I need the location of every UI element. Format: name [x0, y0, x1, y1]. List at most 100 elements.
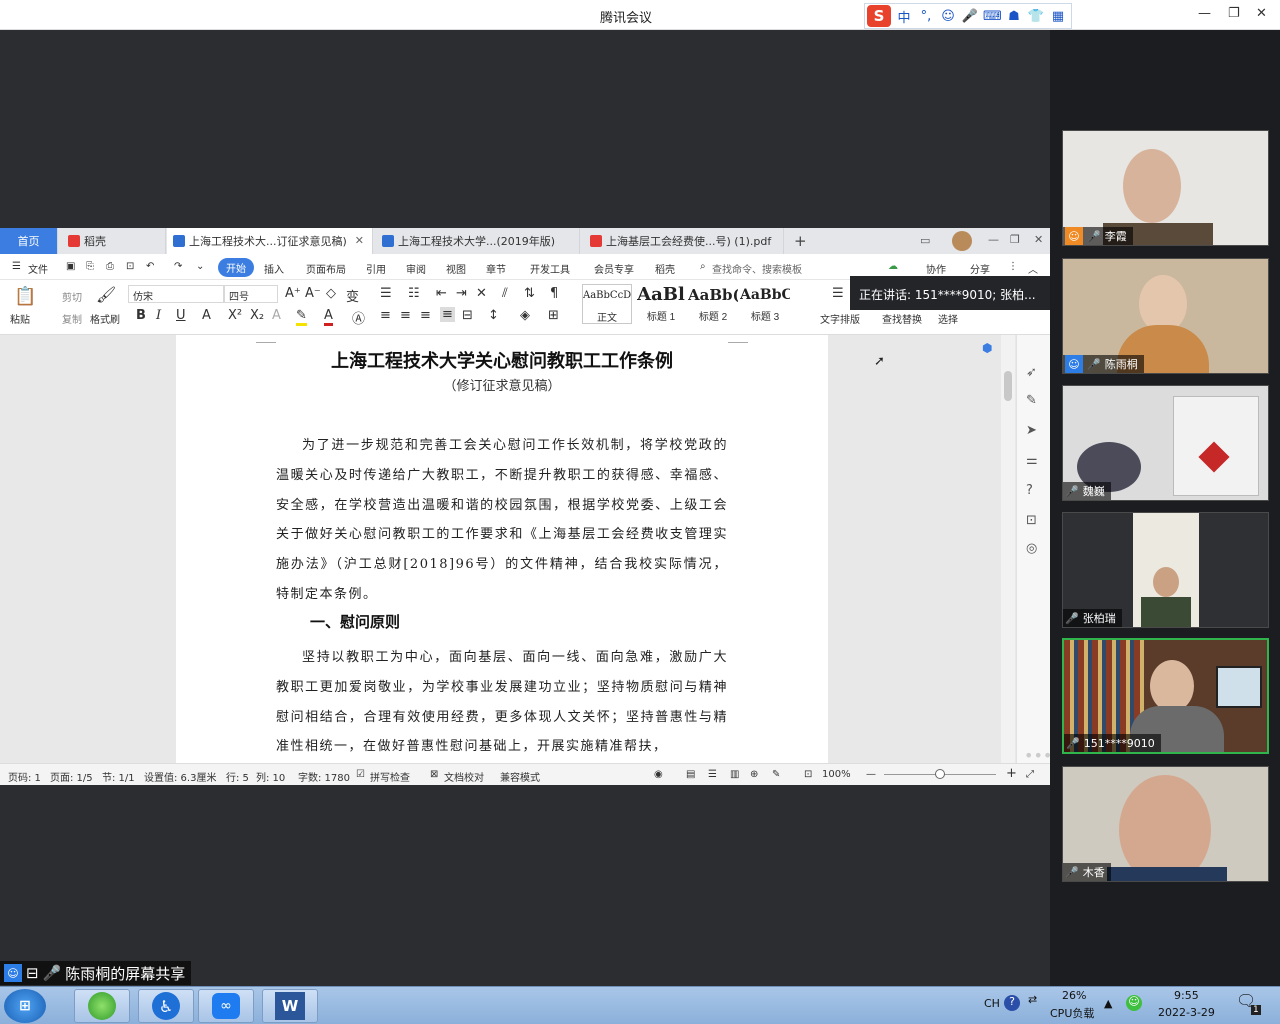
- restore-icon[interactable]: ❐: [1228, 6, 1240, 21]
- zoom-slider-knob[interactable]: [935, 769, 945, 779]
- shrink-font-icon[interactable]: A⁻: [305, 286, 321, 301]
- numbering-icon[interactable]: ☷: [408, 286, 420, 301]
- taskbar-app-word[interactable]: W: [262, 989, 318, 1023]
- wps-close-icon[interactable]: ✕: [1034, 233, 1043, 246]
- font-name-select[interactable]: 仿宋: [128, 285, 224, 303]
- help-icon[interactable]: ?: [1026, 483, 1033, 498]
- bold-icon[interactable]: B: [136, 308, 146, 323]
- network-icon[interactable]: ⇄: [1028, 993, 1037, 1006]
- voice-icon[interactable]: 🎤: [961, 9, 979, 24]
- hamburger-icon[interactable]: ☰: [12, 261, 21, 272]
- proof-icon[interactable]: ⊠: [430, 769, 438, 780]
- zoom-level[interactable]: 100%: [822, 769, 851, 780]
- skin-icon[interactable]: 👕: [1027, 9, 1045, 24]
- style-heading-1[interactable]: AaBl 标题 1: [636, 284, 686, 324]
- participant-tile[interactable]: 🎤 张柏瑞: [1062, 512, 1269, 628]
- participant-tile[interactable]: 🎤 魏巍: [1062, 385, 1269, 501]
- chinese-layout-icon[interactable]: ✕: [476, 286, 487, 301]
- help-tray-icon[interactable]: ?: [1004, 995, 1020, 1011]
- cut-button[interactable]: 剪切: [62, 289, 82, 304]
- start-button[interactable]: ⊞: [4, 989, 46, 1023]
- grow-font-icon[interactable]: A⁺: [285, 286, 301, 301]
- char-border-icon[interactable]: Ⓐ: [352, 308, 365, 327]
- print-icon[interactable]: ⎙: [106, 261, 114, 272]
- taskbar-app-tencent-meeting[interactable]: ∞: [198, 989, 254, 1023]
- menu-start[interactable]: 开始: [218, 258, 254, 277]
- find-replace-button[interactable]: 查找替换: [882, 311, 922, 326]
- picture-icon[interactable]: ⊡: [1026, 513, 1037, 528]
- italic-icon[interactable]: I: [156, 308, 161, 323]
- clock-date[interactable]: 2022-3-29: [1158, 1006, 1215, 1019]
- user-icon[interactable]: ☗: [1005, 9, 1023, 24]
- web-view-icon[interactable]: ⊕: [750, 769, 758, 780]
- minimize-icon[interactable]: —: [1198, 6, 1211, 21]
- tab-pdf[interactable]: 上海基层工会经费使...号) (1).pdf: [584, 228, 784, 254]
- menu-view[interactable]: 视图: [446, 261, 466, 276]
- save-icon[interactable]: ▣: [66, 261, 75, 272]
- menu-chapter[interactable]: 章节: [486, 261, 506, 276]
- distribute-icon[interactable]: ⊟: [462, 308, 473, 323]
- close-tab-icon[interactable]: ✕: [355, 234, 364, 247]
- increase-indent-icon[interactable]: ⇥: [456, 286, 467, 301]
- read-view-icon[interactable]: ▥: [730, 769, 739, 780]
- avatar[interactable]: [952, 231, 972, 251]
- tab-docer[interactable]: 稻壳: [62, 228, 166, 254]
- document-page[interactable]: 上海工程技术大学关心慰问教职工工作条例 （修订征求意见稿） 为了进一步规范和完善…: [176, 335, 828, 763]
- zoom-out-icon[interactable]: —: [866, 769, 876, 780]
- tab-home[interactable]: 首页: [0, 228, 58, 254]
- sogou-icon[interactable]: S: [867, 5, 891, 27]
- decrease-indent-icon[interactable]: ⇤: [436, 286, 447, 301]
- punctuation-icon[interactable]: °,: [917, 9, 935, 24]
- participant-tile-speaking[interactable]: 🎤 151****9010: [1062, 638, 1269, 754]
- select-button[interactable]: 选择: [938, 311, 958, 326]
- status-page-code[interactable]: 页码: 1: [8, 769, 41, 784]
- status-col[interactable]: 列: 10: [256, 769, 285, 784]
- bullets-icon[interactable]: ☰: [380, 286, 392, 301]
- menu-more-icon[interactable]: ⋮: [1008, 261, 1018, 272]
- highlight-icon[interactable]: ✎: [296, 308, 307, 326]
- emoji-icon[interactable]: ☺: [939, 9, 957, 24]
- text-layout-icon[interactable]: ☰: [832, 286, 844, 301]
- clear-format-icon[interactable]: ◇: [326, 286, 336, 301]
- undo-icon[interactable]: ↶: [146, 261, 154, 272]
- security-tray-icon[interactable]: ☺: [1126, 995, 1142, 1011]
- menu-review[interactable]: 审阅: [406, 261, 426, 276]
- menu-file[interactable]: 文件: [28, 261, 48, 276]
- wps-minimize-icon[interactable]: —: [988, 233, 999, 246]
- menu-insert[interactable]: 插入: [264, 261, 284, 276]
- target-icon[interactable]: ◎: [1026, 541, 1037, 556]
- collapse-ribbon-icon[interactable]: ︿: [1028, 261, 1038, 276]
- share-button[interactable]: 分享: [970, 261, 990, 276]
- pen-icon[interactable]: ✎: [1026, 393, 1037, 408]
- more-participants-icon[interactable]: •••: [1024, 746, 1052, 765]
- rocket-icon[interactable]: ➶: [1026, 365, 1037, 380]
- strikethrough-icon[interactable]: A: [202, 308, 211, 323]
- align-left-icon[interactable]: ≡: [380, 308, 391, 323]
- eye-icon[interactable]: ◉: [654, 769, 663, 780]
- preview-icon[interactable]: ⊡: [126, 261, 134, 272]
- vertical-scrollbar[interactable]: [1001, 335, 1015, 763]
- menu-dev-tools[interactable]: 开发工具: [530, 261, 570, 276]
- settings-sliders-icon[interactable]: ⚌: [1026, 453, 1038, 468]
- menu-reference[interactable]: 引用: [366, 261, 386, 276]
- fullscreen-icon[interactable]: ⤢: [1026, 769, 1034, 780]
- participant-tile[interactable]: ☺ 🎤 陈雨桐: [1062, 258, 1269, 374]
- spell-check-icon[interactable]: ☑: [356, 769, 365, 780]
- justify-icon[interactable]: ≡: [440, 307, 455, 322]
- style-heading-3[interactable]: AaBbC 标题 3: [740, 284, 790, 324]
- scroll-thumb[interactable]: [1004, 371, 1012, 401]
- sort-icon[interactable]: ⇅: [524, 286, 535, 301]
- show-marks-icon[interactable]: ¶: [550, 286, 558, 301]
- underline-icon[interactable]: U: [176, 308, 186, 323]
- clock-time[interactable]: 9:55: [1174, 989, 1199, 1002]
- participant-tile[interactable]: 🎤 木香: [1062, 766, 1269, 882]
- more-icon[interactable]: ⌄: [196, 261, 204, 272]
- style-heading-2[interactable]: AaBb( 标题 2: [688, 284, 738, 324]
- tab-document-2019[interactable]: 上海工程技术大学...(2019年版): [376, 228, 580, 254]
- location-icon[interactable]: ⬢: [982, 341, 992, 355]
- status-pages[interactable]: 页面: 1/5: [50, 769, 93, 784]
- grid-icon[interactable]: ▦: [1049, 9, 1067, 24]
- close-icon[interactable]: ✕: [1256, 6, 1267, 21]
- export-icon[interactable]: ⎘: [86, 261, 94, 272]
- command-search-input[interactable]: 查找命令、搜索模板: [712, 261, 802, 276]
